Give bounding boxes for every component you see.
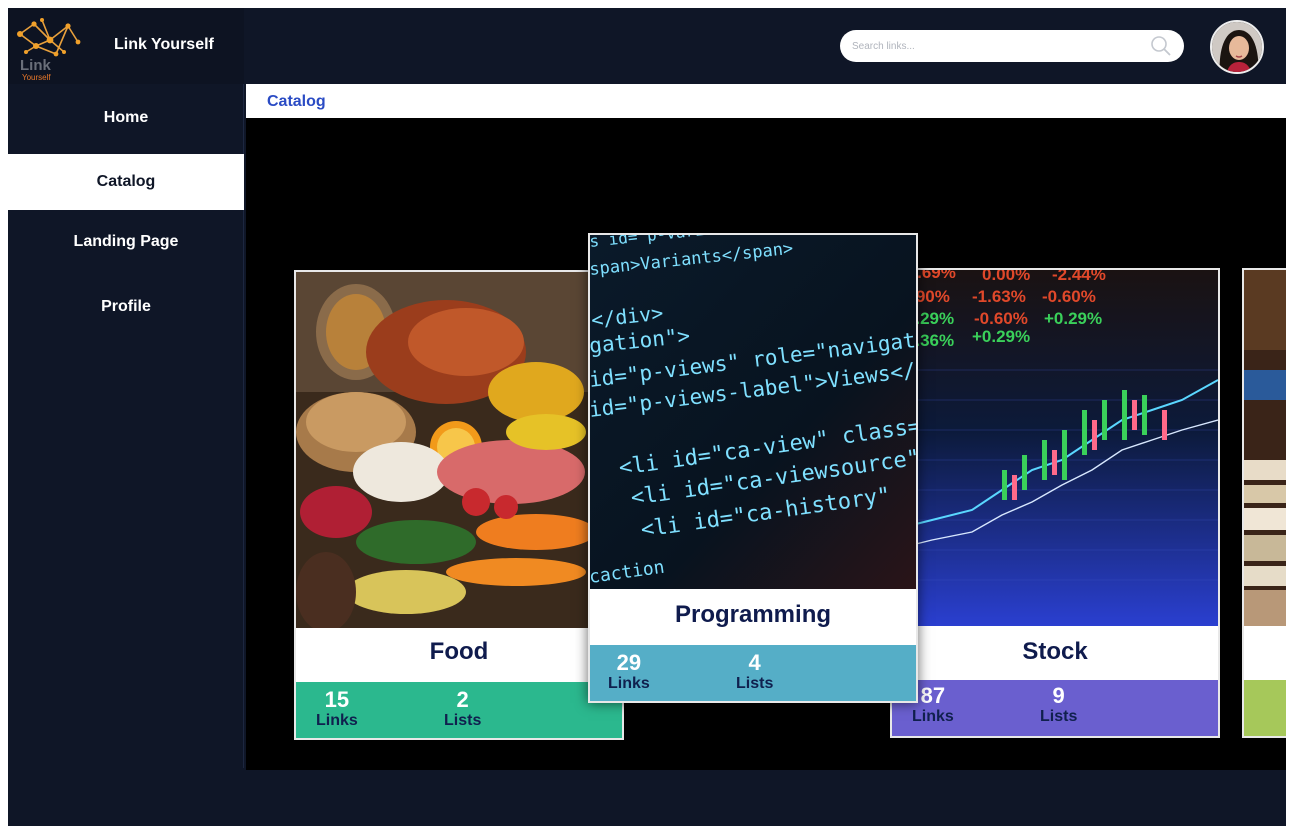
brand-header: Link Yourself Link Yourself bbox=[8, 8, 244, 84]
sidebar-item-label: Catalog bbox=[96, 173, 156, 190]
app-window: Link Yourself Link Yourself Home Catalog… bbox=[8, 8, 1286, 826]
links-stat: 15 Links bbox=[316, 688, 358, 730]
category-card-stock[interactable]: -1.69% 0.00% -2.44% -0.90% -1.63% -0.60%… bbox=[890, 268, 1220, 738]
lists-count: 9 bbox=[1052, 683, 1065, 708]
links-count: 15 bbox=[324, 687, 350, 712]
card-stats-bar bbox=[1244, 680, 1286, 736]
lists-label: Lists bbox=[736, 675, 774, 692]
ticker-text: -0.60% bbox=[1042, 287, 1096, 306]
lists-stat: 2 Lists bbox=[444, 688, 481, 730]
search-box bbox=[840, 30, 1184, 62]
avatar[interactable] bbox=[1210, 20, 1264, 74]
links-label: Links bbox=[316, 712, 358, 729]
lists-count: 4 bbox=[748, 650, 761, 675]
category-card-food[interactable]: Food 15 Links 2 Lists bbox=[294, 270, 624, 740]
lists-count: 2 bbox=[456, 687, 469, 712]
sidebar-item-profile[interactable]: Profile bbox=[8, 279, 244, 335]
sidebar-item-label: Landing Page bbox=[73, 233, 179, 250]
stock-image: -1.69% 0.00% -2.44% -0.90% -1.63% -0.60%… bbox=[892, 270, 1218, 626]
ticker-text: +0.29% bbox=[972, 327, 1030, 346]
programming-image: s id="p-variants-label"> span>Variants</… bbox=[590, 235, 916, 589]
logo-subtext: Yourself bbox=[22, 73, 51, 82]
ticker-text: -0.60% bbox=[974, 309, 1028, 328]
lists-stat: 4 Lists bbox=[736, 651, 773, 693]
catalog-carousel: Food 15 Links 2 Lists -1.69% 0.00% -2.44… bbox=[246, 118, 1286, 770]
lists-label: Lists bbox=[444, 712, 482, 729]
breadcrumb: Catalog bbox=[246, 84, 1286, 118]
links-label: Links bbox=[912, 708, 954, 725]
lists-label: Lists bbox=[1040, 708, 1078, 725]
breadcrumb-current[interactable]: Catalog bbox=[267, 93, 326, 111]
card-stats-bar: 87 Links 9 Lists bbox=[892, 680, 1218, 736]
lists-stat: 9 Lists bbox=[1040, 684, 1077, 726]
category-card-partial[interactable] bbox=[1242, 268, 1286, 738]
logo-text: Link bbox=[20, 57, 51, 74]
card-stats-bar: 15 Links 2 Lists bbox=[296, 682, 622, 738]
ticker-text: -1.63% bbox=[972, 287, 1026, 306]
ticker-text: -2.44% bbox=[1052, 270, 1106, 284]
sidebar-item-home[interactable]: Home bbox=[8, 90, 244, 146]
food-image bbox=[296, 272, 588, 628]
sidebar-item-label: Home bbox=[103, 109, 149, 126]
links-count: 29 bbox=[616, 650, 642, 675]
top-bar bbox=[246, 8, 1286, 84]
links-stat: 29 Links bbox=[608, 651, 650, 693]
sidebar-item-label: Profile bbox=[101, 298, 151, 315]
category-card-programming[interactable]: s id="p-variants-label"> span>Variants</… bbox=[588, 233, 918, 703]
card-title: Stock bbox=[1022, 638, 1088, 665]
link-yourself-logo[interactable]: Link Yourself bbox=[12, 12, 84, 82]
ticker-text: +0.29% bbox=[1044, 309, 1102, 328]
card-title: Programming bbox=[674, 601, 832, 628]
sidebar: Link Yourself Link Yourself Home Catalog… bbox=[8, 8, 244, 768]
sidebar-item-landing-page[interactable]: Landing Page bbox=[8, 214, 244, 270]
card-image bbox=[1244, 270, 1286, 626]
card-title: Food bbox=[429, 638, 489, 665]
links-stat: 87 Links bbox=[912, 684, 954, 726]
brand-name: Link Yourself bbox=[114, 36, 214, 53]
avatar-image bbox=[1212, 22, 1262, 72]
card-stats-bar: 29 Links 4 Lists bbox=[590, 645, 916, 701]
search-icon[interactable] bbox=[1150, 35, 1172, 57]
ticker-text: 0.00% bbox=[982, 270, 1030, 284]
links-count: 87 bbox=[920, 683, 946, 708]
search-input[interactable] bbox=[852, 36, 1142, 56]
links-label: Links bbox=[608, 675, 650, 692]
sidebar-item-catalog[interactable]: Catalog bbox=[8, 154, 244, 210]
